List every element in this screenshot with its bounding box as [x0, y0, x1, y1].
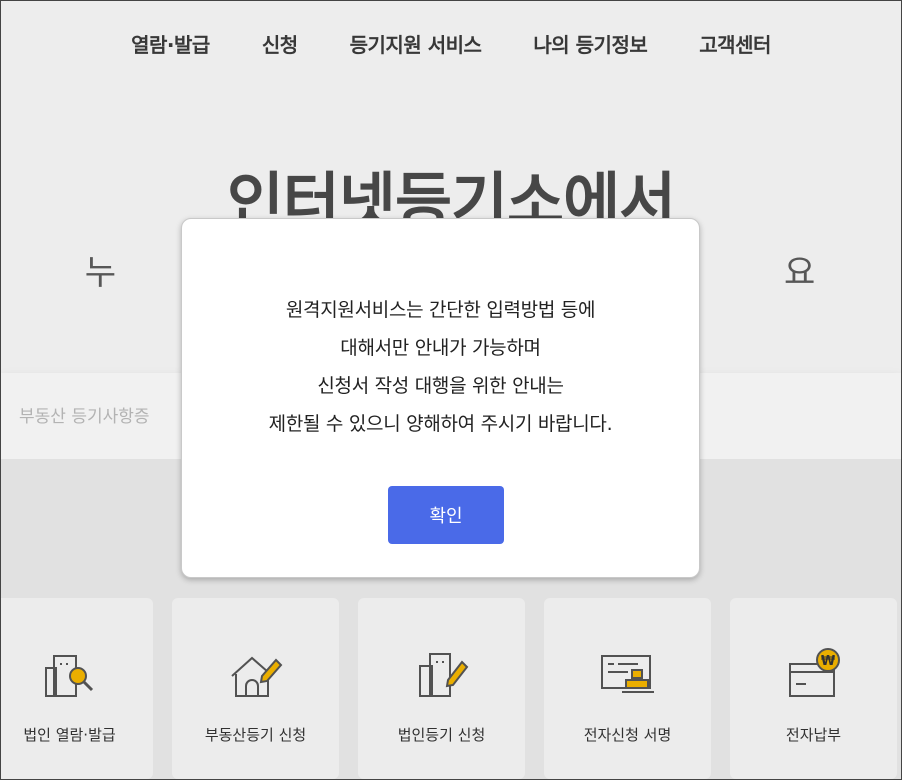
dialog-message-line: 제한될 수 있으니 양해하여 주시기 바랍니다.	[268, 413, 613, 435]
confirm-button[interactable]: 확인	[388, 486, 504, 544]
browser-frame: 열람·발급 신청 등기지원 서비스 나의 등기정보 고객센터 인터넷등기소에서 …	[0, 0, 902, 780]
notice-dialog: 원격지원서비스는 간단한 입력방법 등에 대해서만 안내가 가능하며 신청서 작…	[181, 218, 700, 578]
dialog-message-line: 대해서만 안내가 가능하며	[340, 337, 541, 359]
dialog-message: 원격지원서비스는 간단한 입력방법 등에 대해서만 안내가 가능하며 신청서 작…	[182, 291, 699, 443]
dialog-message-line: 원격지원서비스는 간단한 입력방법 등에	[285, 299, 596, 321]
dialog-message-line: 신청서 작성 대행을 위한 안내는	[317, 375, 564, 397]
